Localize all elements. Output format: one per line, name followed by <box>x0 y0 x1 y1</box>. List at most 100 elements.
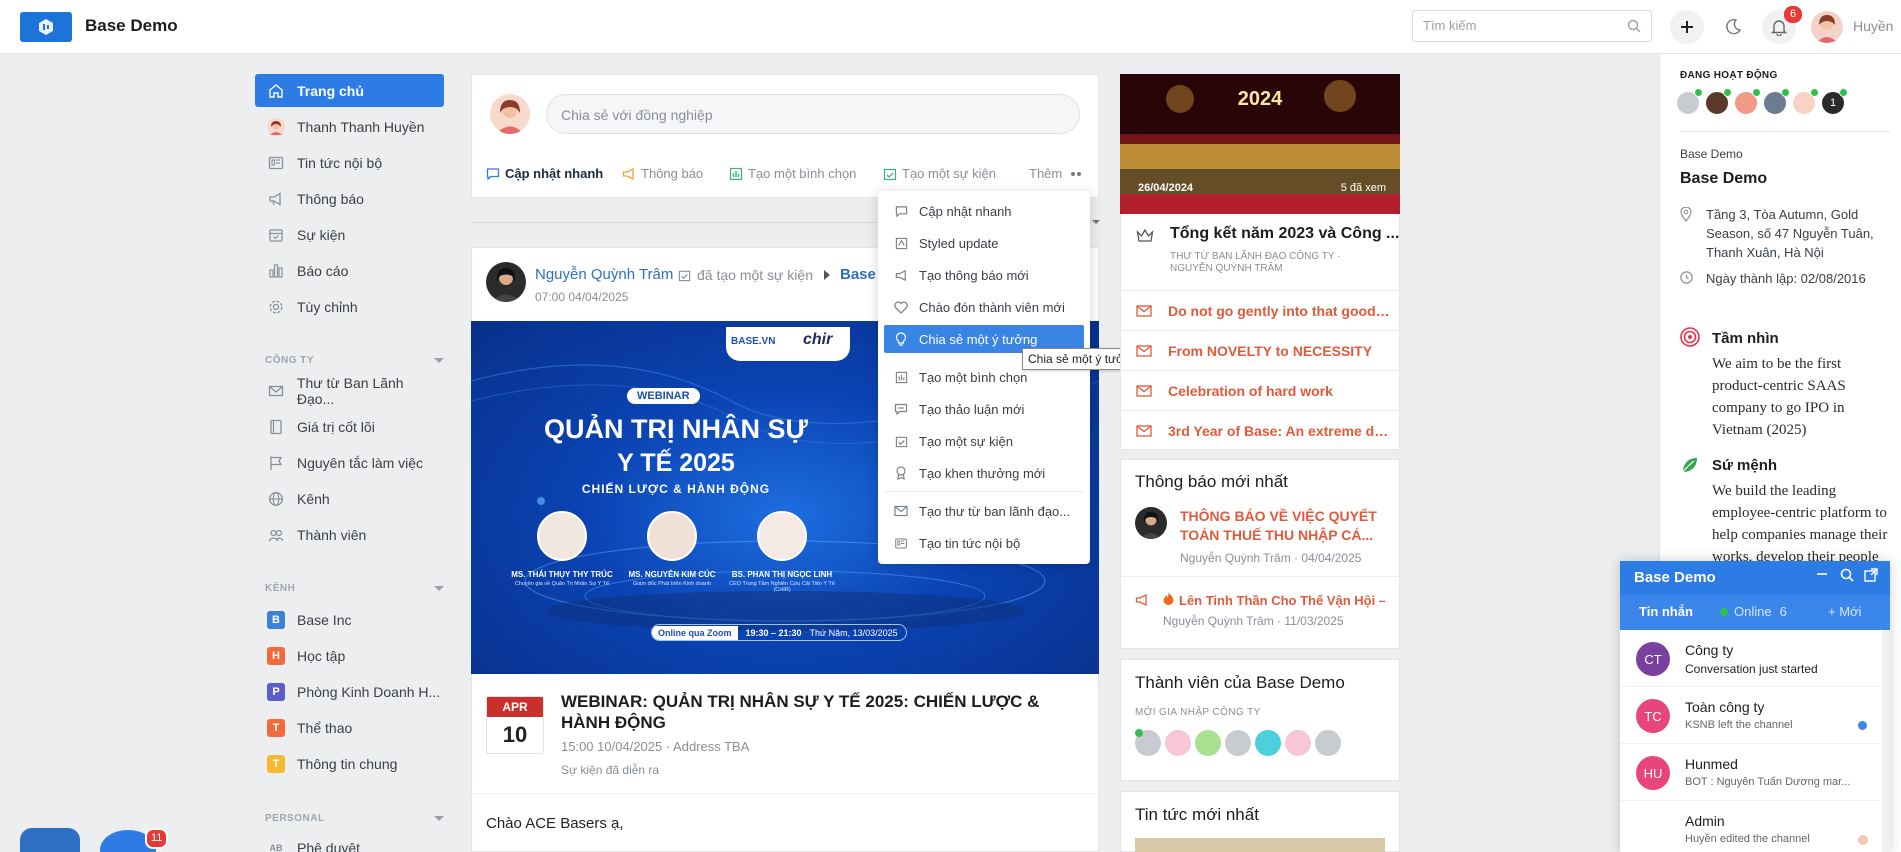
search-icon[interactable] <box>1627 19 1641 33</box>
nav-item-approvals[interactable]: AB Phê duyệt <box>255 831 444 852</box>
nav-item-channels[interactable]: Kênh <box>255 482 444 515</box>
featured-article[interactable]: Celebration of hard work <box>1120 370 1400 410</box>
featured-title[interactable]: Tổng kết năm 2023 và Công ... <box>1170 225 1399 243</box>
member-avatar[interactable] <box>1315 730 1341 756</box>
nav-item-news[interactable]: Tin tức nội bộ <box>255 146 444 179</box>
announcement-title[interactable]: Lên Tinh Thần Cho Thế Vận Hội – I <box>1163 592 1385 608</box>
banner-subhead: CHIẾN LƯỢC & HÀNH ĐỘNG <box>581 482 771 496</box>
featured-article[interactable]: Do not go gently into that good n... <box>1120 290 1400 330</box>
event-title[interactable]: WEBINAR: QUẢN TRỊ NHÂN SỰ Y TẾ 2025: CHI… <box>561 691 1093 733</box>
chevron-down-icon[interactable] <box>434 816 444 821</box>
chat-conversation[interactable]: TC Toàn công ty KSNB left the channel <box>1620 687 1880 744</box>
mission-title: Sứ mệnh <box>1712 457 1778 474</box>
search-icon[interactable] <box>1840 568 1854 585</box>
tab-chat-messages[interactable]: Tin nhắn <box>1639 604 1693 619</box>
nav-item-home[interactable]: Trang chủ <box>255 74 444 107</box>
nav-item-announcements[interactable]: Thông báo <box>255 182 444 215</box>
nav-item-label: Phê duyệt <box>297 839 361 852</box>
divider <box>1680 131 1890 132</box>
search-input[interactable] <box>1423 18 1623 33</box>
calendar-check-icon <box>678 270 691 281</box>
nav-item-leader-letters[interactable]: Thư từ Ban Lãnh Đạo... <box>255 374 444 407</box>
chat-title: Base Demo <box>1634 569 1716 586</box>
user-name[interactable]: Huyền <box>1853 18 1893 34</box>
minimize-icon[interactable] <box>1816 567 1828 584</box>
chat-conversation[interactable]: HU Hunmed BOT : Nguyễn Tuấn Dương mar... <box>1620 744 1880 801</box>
chevron-down-icon[interactable] <box>434 358 444 363</box>
online-indicator <box>1781 88 1790 97</box>
calendar-check-icon <box>894 434 908 448</box>
tab-event[interactable]: Tạo một sự kiện <box>883 166 996 181</box>
member-avatar[interactable] <box>1195 730 1221 756</box>
latest-news-thumbnail[interactable] <box>1135 838 1385 852</box>
nav-item-channel-phong-kinh-doanh[interactable]: P Phòng Kinh Doanh H... <box>255 675 444 708</box>
member-avatar[interactable] <box>1165 730 1191 756</box>
floating-app-button[interactable] <box>20 828 80 852</box>
members-title: Thành viên của Base Demo <box>1135 673 1345 692</box>
tab-announcement[interactable]: Thông báo <box>622 166 703 181</box>
event-meta: 15:00 10/04/2025 · Address TBA <box>561 739 750 754</box>
tab-more[interactable]: Thêm <box>1029 166 1087 181</box>
member-avatar[interactable] <box>1225 730 1251 756</box>
search-box[interactable] <box>1412 10 1652 42</box>
menu-item-new-discussion[interactable]: Tạo thảo luận mới <box>884 395 1084 423</box>
flag-icon <box>267 454 285 472</box>
user-avatar[interactable] <box>1811 11 1843 43</box>
nav-item-settings[interactable]: Tùy chỉnh <box>255 290 444 323</box>
member-avatar[interactable] <box>1255 730 1281 756</box>
ab-icon: AB <box>269 842 283 852</box>
chat-count-badge: 11 <box>145 828 169 849</box>
nav-item-events[interactable]: Sự kiện <box>255 218 444 251</box>
chat-scrollbar[interactable] <box>1882 630 1890 852</box>
post-author-avatar[interactable] <box>486 262 526 302</box>
menu-item-styled-update[interactable]: Styled update <box>884 229 1084 257</box>
tab-chat-online[interactable]: Online 6 <box>1734 604 1787 619</box>
online-indicator <box>1752 88 1761 97</box>
nav-item-label: Học tập <box>297 647 346 664</box>
new-chat-button[interactable]: + Mới <box>1828 604 1861 619</box>
member-avatar[interactable] <box>1285 730 1311 756</box>
expand-icon[interactable] <box>1864 568 1878 585</box>
nav-item-channel-thong-tin-chung[interactable]: T Thông tin chung <box>255 747 444 780</box>
menu-item-internal-news[interactable]: Tạo tin tức nội bộ <box>884 529 1084 557</box>
menu-item-leader-letter[interactable]: Tạo thư từ ban lãnh đạo... <box>884 497 1084 525</box>
calendar-icon <box>267 226 285 244</box>
menu-item-quick-update[interactable]: Cập nhật nhanh <box>884 197 1084 225</box>
announcement-title[interactable]: THÔNG BÁO VỀ VIỆC QUYẾT TOÁN THUẾ THU NH… <box>1180 507 1385 545</box>
menu-item-create-event[interactable]: Tạo một sự kiện <box>884 427 1084 455</box>
chevron-down-icon[interactable] <box>434 586 444 591</box>
menu-item-new-award[interactable]: Tạo khen thưởng mới <box>884 459 1084 487</box>
nav-item-channel-base-inc[interactable]: B Base Inc <box>255 603 444 636</box>
nav-item-channel-hoc-tap[interactable]: H Học tập <box>255 639 444 672</box>
dark-mode-toggle[interactable] <box>1716 10 1750 44</box>
post-target-link[interactable]: Base <box>840 266 876 283</box>
nav-item-label: Tùy chỉnh <box>297 298 358 315</box>
post-body: Chào ACE Basers ạ, <box>486 815 624 832</box>
chat-conversation[interactable]: Admin Huyền edited the channel <box>1620 801 1880 852</box>
nav-item-profile[interactable]: Thanh Thanh Huyền <box>255 110 444 143</box>
nav-item-label: Thanh Thanh Huyền <box>297 118 425 135</box>
menu-item-new-announcement[interactable]: Tạo thông báo mới <box>884 261 1084 289</box>
mail-icon <box>1136 304 1152 318</box>
nav-item-work-principles[interactable]: Nguyên tắc làm việc <box>255 446 444 479</box>
add-button[interactable] <box>1670 10 1704 44</box>
nav-item-reports[interactable]: Báo cáo <box>255 254 444 287</box>
styled-icon <box>894 236 908 250</box>
nav-item-members[interactable]: Thành viên <box>255 518 444 551</box>
nav-item-channel-the-thao[interactable]: T Thể thao <box>255 711 444 744</box>
nav-item-core-values[interactable]: Giá trị cốt lõi <box>255 410 444 443</box>
chevron-down-icon[interactable] <box>1092 220 1100 224</box>
tab-poll[interactable]: Tạo một bình chọn <box>729 166 856 181</box>
app-logo[interactable] <box>20 12 72 42</box>
featured-image[interactable]: 2024 26/04/2024 5 đã xem <box>1120 74 1400 214</box>
post-author-name[interactable]: Nguyễn Quỳnh Trâm <box>535 266 673 283</box>
composer-input[interactable]: Chia sẻ với đồng nghiệp <box>546 94 1080 134</box>
online-indicator <box>1839 88 1848 97</box>
chat-conversation[interactable]: CT Công ty Conversation just started <box>1620 630 1880 687</box>
unread-indicator <box>1858 721 1867 730</box>
menu-item-welcome-member[interactable]: Chào đón thành viên mới <box>884 293 1084 321</box>
chat-last-message: Conversation just started <box>1685 662 1818 676</box>
featured-article[interactable]: 3rd Year of Base: An extreme dr... <box>1120 410 1400 450</box>
tab-quick-update[interactable]: Cập nhật nhanh <box>486 166 603 181</box>
featured-article[interactable]: From NOVELTY to NECESSITY <box>1120 330 1400 370</box>
